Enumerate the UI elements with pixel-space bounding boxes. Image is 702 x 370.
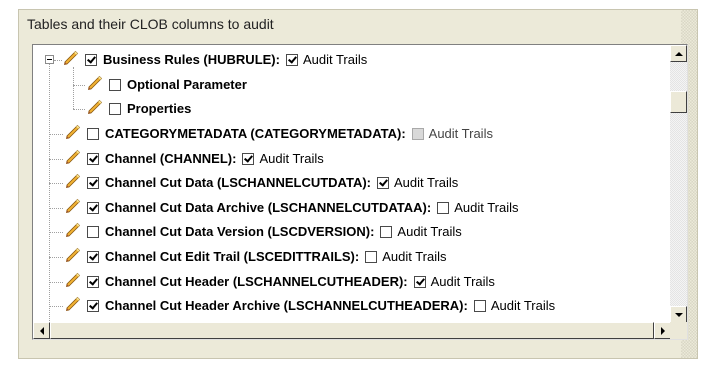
- table-checkbox[interactable]: [109, 103, 121, 116]
- audit-trails-checkbox[interactable]: [285, 54, 298, 67]
- audit-trails-label: Audit Trails: [259, 150, 324, 166]
- tree-branch-line: [49, 183, 63, 185]
- table-checkbox[interactable]: [87, 251, 99, 264]
- tree-branch-line: [49, 232, 63, 234]
- pencil-icon[interactable]: [63, 124, 81, 142]
- audit-trails-checkbox[interactable]: [473, 300, 486, 313]
- pencil-icon[interactable]: [63, 149, 81, 167]
- tree-row[interactable]: Channel Cut Data Version (LSCDVERSION): A…: [33, 220, 671, 244]
- pencil-icon[interactable]: [61, 50, 79, 68]
- audit-trails-label: Audit Trails: [430, 273, 495, 289]
- collapse-toggle-icon[interactable]: [45, 55, 54, 65]
- tree-branch-line: [49, 158, 63, 160]
- arrow-up-icon: [674, 51, 683, 56]
- tree-row[interactable]: Channel Cut Header (LSCHANNELCUTHEADER):…: [33, 269, 671, 293]
- tree-child-row[interactable]: Optional Parameter: [33, 66, 671, 97]
- tree-child-connector: [73, 85, 74, 110]
- horizontal-scroll-thumb[interactable]: [50, 322, 654, 339]
- table-label: Properties: [127, 101, 192, 117]
- audit-trails-label: Audit Trails: [428, 126, 493, 142]
- tree-branch-line: [49, 281, 63, 283]
- scroll-down-button[interactable]: [670, 306, 687, 323]
- table-label: Channel Cut Data (LSCHANNELCUTDATA):: [105, 175, 371, 191]
- audit-trails-label: Audit Trails: [490, 298, 556, 314]
- tree-branch-line: [49, 306, 63, 308]
- scrollbar-corner: [670, 322, 687, 339]
- table-checkbox[interactable]: [87, 226, 99, 239]
- table-label: Channel Cut Header (LSCHANNELCUTHEADER):: [105, 273, 408, 289]
- audit-trails-checkbox[interactable]: [365, 251, 378, 264]
- tree-row[interactable]: Channel Cut Edit Trail (LSCEDITTRAILS): A…: [33, 245, 671, 269]
- tree-row[interactable]: Channel Cut Data Archive (LSCHANNELCUTDA…: [33, 196, 671, 220]
- arrow-left-icon: [39, 326, 44, 335]
- audit-trails-label: Audit Trails: [302, 52, 368, 68]
- vertical-scroll-thumb[interactable]: [670, 91, 687, 113]
- tree-row[interactable]: Channel (CHANNEL): Audit Trails: [33, 146, 671, 170]
- tree-branch-line: [49, 207, 63, 209]
- audit-trails-checkbox[interactable]: [413, 275, 426, 288]
- audit-trails-label: Audit Trails: [454, 199, 519, 215]
- scroll-right-button[interactable]: [654, 322, 671, 339]
- audit-trails-checkbox[interactable]: [437, 201, 450, 214]
- audit-trails-label: Audit Trails: [382, 249, 447, 265]
- tree-row[interactable]: Channel Cut Data (LSCHANNELCUTDATA): Audi…: [33, 171, 671, 195]
- tree-row[interactable]: Channel Cut Header Archive (LSCHANNELCUT…: [33, 294, 671, 318]
- table-checkbox[interactable]: [87, 152, 99, 165]
- audit-trails-checkbox[interactable]: [377, 177, 389, 190]
- pencil-icon[interactable]: [63, 247, 81, 265]
- pencil-icon[interactable]: [85, 99, 103, 117]
- pencil-icon[interactable]: [63, 222, 81, 240]
- audit-trails-label: Audit Trails: [397, 224, 462, 240]
- pencil-icon[interactable]: [63, 272, 81, 290]
- table-label: Channel Cut Edit Trail (LSCEDITTRAILS):: [105, 249, 360, 265]
- vertical-scrollbar[interactable]: [670, 45, 687, 323]
- table-checkbox[interactable]: [87, 275, 99, 288]
- horizontal-scrollbar[interactable]: [33, 322, 671, 339]
- audit-trails-label: Audit Trails: [394, 175, 459, 191]
- scroll-up-button[interactable]: [670, 45, 687, 62]
- pencil-icon[interactable]: [63, 198, 81, 216]
- table-checkbox[interactable]: [85, 54, 97, 67]
- pencil-icon[interactable]: [85, 75, 103, 93]
- clob-audit-group: Tables and their CLOB columns to audit B…: [18, 9, 698, 359]
- table-checkbox[interactable]: [87, 128, 99, 141]
- table-label: Business Rules (HUBRULE):: [103, 52, 280, 68]
- audit-trails-checkbox[interactable]: [380, 226, 393, 239]
- table-checkbox[interactable]: [109, 78, 121, 91]
- tree-content: Business Rules (HUBRULE): Audit Trails Opt…: [33, 45, 671, 323]
- tree-row[interactable]: Business Rules (HUBRULE): Audit Trails: [33, 48, 671, 72]
- table-label: Channel Cut Header Archive (LSCHANNELCUT…: [105, 298, 468, 314]
- pencil-icon[interactable]: [63, 296, 81, 314]
- table-label: CATEGORYMETADATA (CATEGORYMETADATA):: [105, 126, 406, 142]
- table-label: Optional Parameter: [127, 76, 247, 92]
- pencil-icon[interactable]: [63, 173, 81, 191]
- arrow-down-icon: [674, 312, 683, 317]
- table-checkbox[interactable]: [87, 177, 99, 190]
- tree-branch-line: [49, 257, 63, 259]
- panel-title: Tables and their CLOB columns to audit: [27, 16, 274, 32]
- tree-branch-line: [49, 134, 63, 136]
- table-checkbox[interactable]: [87, 300, 99, 313]
- table-label: Channel (CHANNEL):: [105, 150, 237, 166]
- audit-trails-checkbox[interactable]: [242, 152, 255, 165]
- table-checkbox[interactable]: [87, 201, 99, 214]
- arrow-right-icon: [660, 326, 665, 335]
- tables-tree[interactable]: Business Rules (HUBRULE): Audit Trails Opt…: [32, 44, 688, 340]
- tree-child-row[interactable]: Properties: [33, 85, 671, 121]
- tree-row[interactable]: CATEGORYMETADATA (CATEGORYMETADATA): Audi…: [33, 122, 671, 146]
- audit-trails-checkbox: [411, 128, 424, 141]
- table-label: Channel Cut Data Archive (LSCHANNELCUTDA…: [105, 199, 432, 215]
- table-label: Channel Cut Data Version (LSCDVERSION):: [105, 224, 375, 240]
- scroll-left-button[interactable]: [33, 322, 50, 339]
- tree-branch-line: [73, 84, 85, 86]
- tree-branch-line: [73, 109, 85, 111]
